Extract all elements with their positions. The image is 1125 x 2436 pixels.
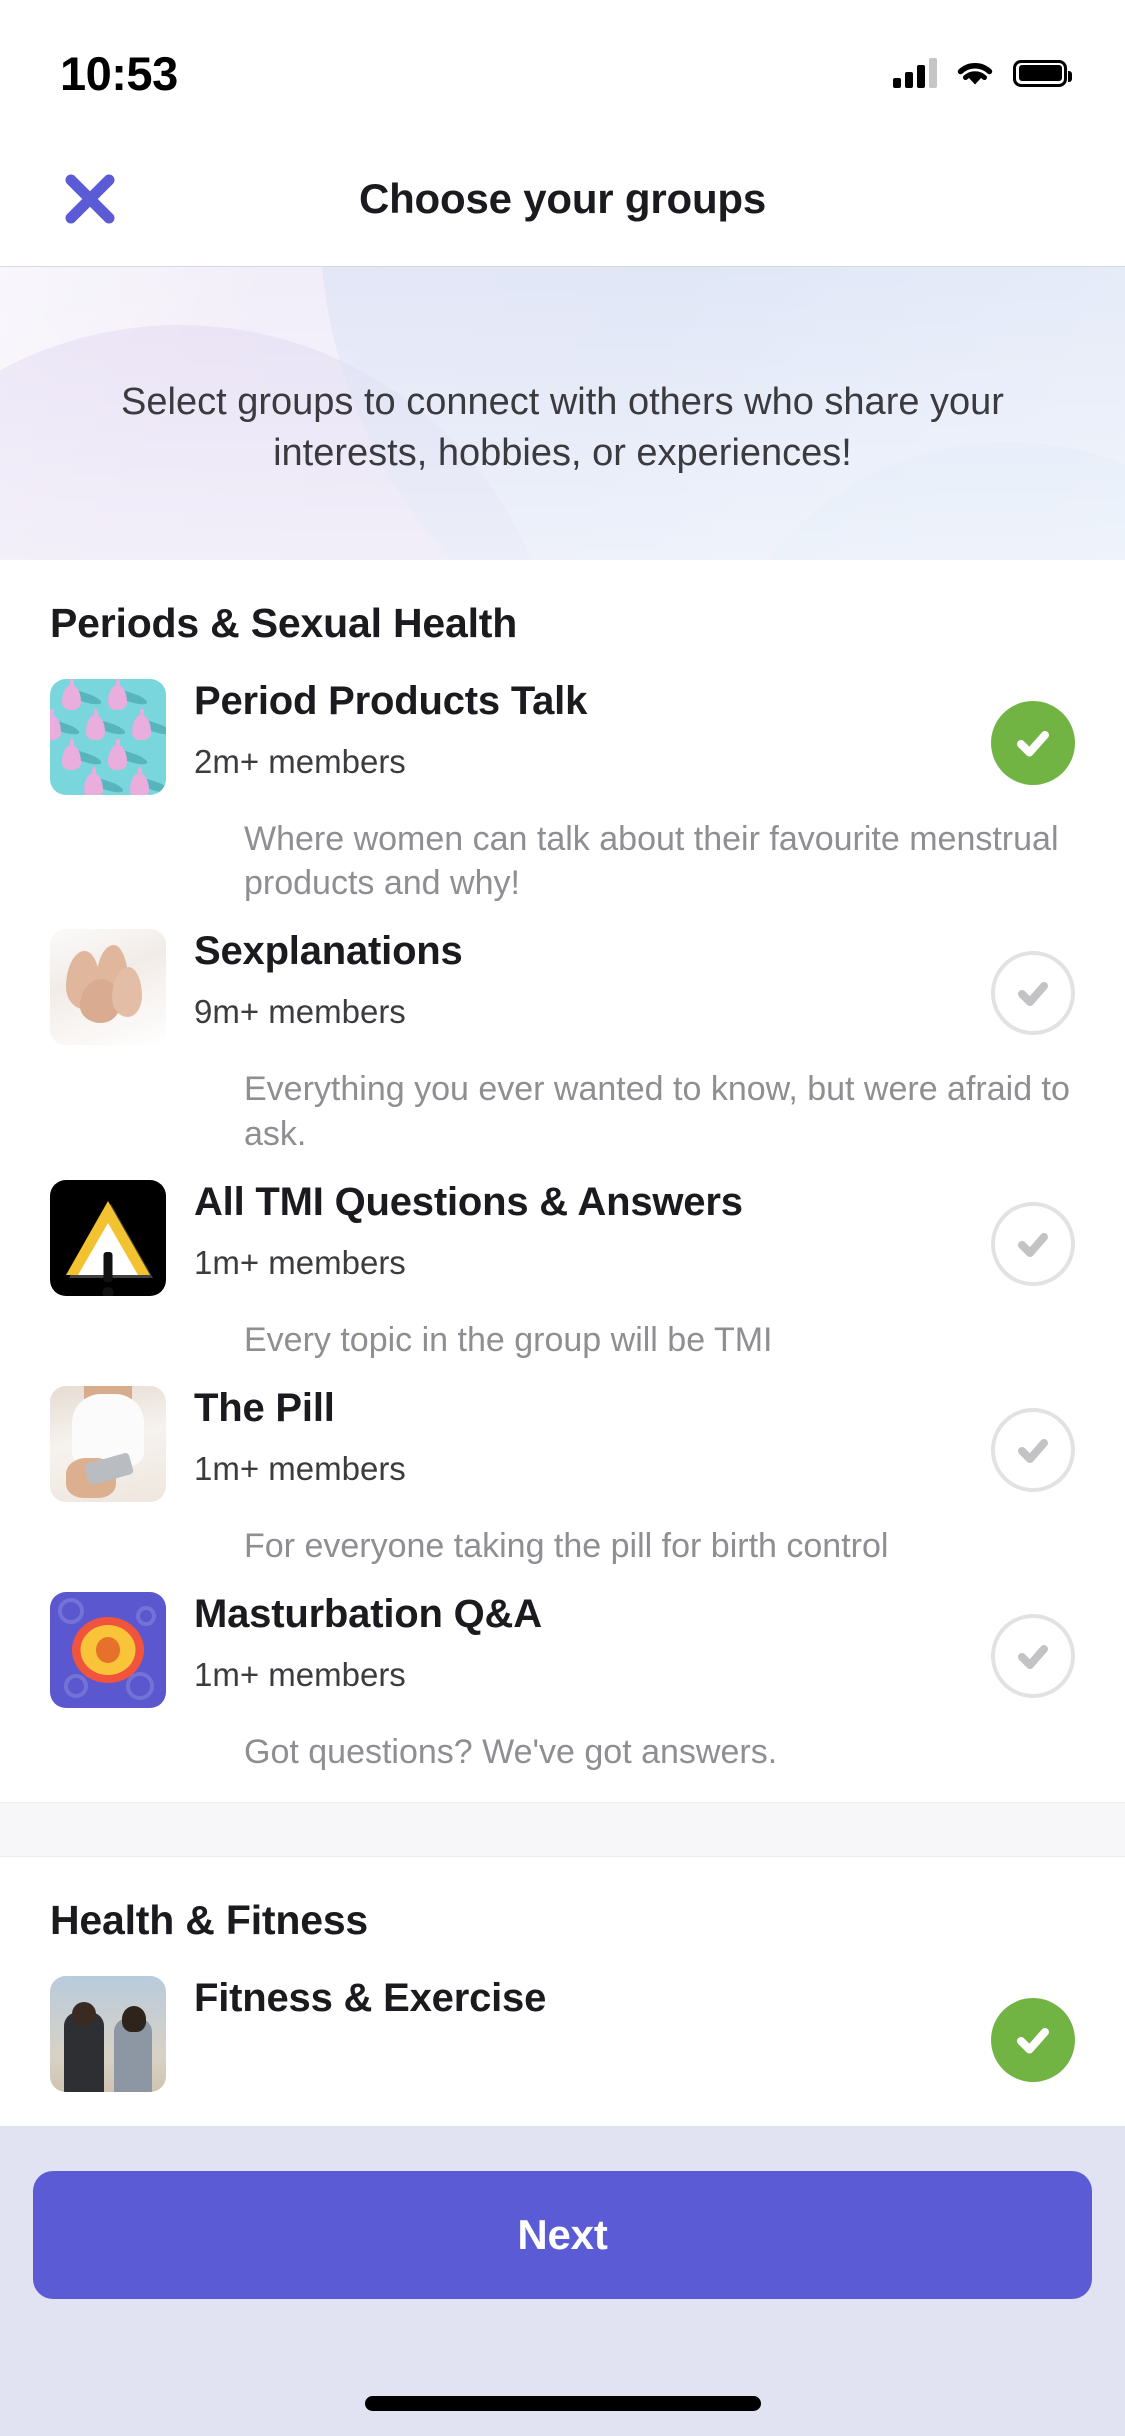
status-bar-icons	[893, 44, 1072, 88]
group-description: Where women can talk about their favouri…	[244, 820, 1059, 903]
section-title: Health & Fitness	[50, 1897, 369, 1944]
check-icon	[1017, 2028, 1049, 2054]
group-description: Got questions? We've got answers.	[244, 1733, 778, 1772]
battery-full-icon	[1013, 59, 1072, 87]
section-divider	[0, 1802, 1125, 1858]
group-select-toggle[interactable]	[991, 1201, 1075, 1286]
group-select-toggle[interactable]	[991, 951, 1075, 1036]
close-x-icon	[65, 174, 115, 224]
group-row[interactable]: Fitness & Exercise	[0, 1962, 1125, 2102]
group-members: 1m+ members	[194, 1449, 406, 1487]
group-members: 2m+ members	[194, 742, 406, 780]
section-title: Periods & Sexual Health	[50, 600, 518, 646]
group-description: For everyone taking the pill for birth c…	[244, 1526, 889, 1565]
group-members: 9m+ members	[194, 993, 406, 1031]
group-description: Everything you ever wanted to know, but …	[244, 1070, 1070, 1153]
check-icon	[1018, 1438, 1048, 1463]
woman-holding-pill-pack-thumbnail	[50, 1385, 166, 1502]
group-members: 1m+ members	[194, 1655, 406, 1693]
groups-scroll-area[interactable]: Select groups to connect with others who…	[0, 267, 1125, 2126]
group-section-health: Health & Fitness Fitness & Exercise	[0, 1857, 1125, 2121]
group-name: Sexplanations	[194, 929, 463, 974]
check-icon	[1018, 1645, 1048, 1670]
page-title: Choose your groups	[358, 175, 767, 222]
group-row[interactable]: Period Products Talk 2m+ members Where w…	[0, 665, 1125, 915]
group-row[interactable]: The Pill 1m+ members For everyone taking…	[0, 1372, 1125, 1578]
signal-bars-icon	[893, 58, 937, 88]
status-bar-time: 10:53	[60, 46, 178, 100]
check-icon	[1017, 731, 1049, 757]
group-row[interactable]: All TMI Questions & Answers 1m+ members …	[0, 1166, 1125, 1372]
couple-exercising-thumbnail	[50, 1976, 166, 2093]
group-select-toggle[interactable]	[991, 1998, 1075, 2083]
group-name: Fitness & Exercise	[194, 1976, 547, 2021]
bottom-action-bar: Next	[0, 2126, 1125, 2436]
group-select-toggle[interactable]	[991, 1407, 1075, 1492]
close-button[interactable]	[52, 161, 128, 237]
group-name: Masturbation Q&A	[194, 1592, 542, 1637]
wifi-icon	[957, 63, 993, 85]
banner-text: Select groups to connect with others who…	[121, 381, 1004, 474]
menstrual-cups-pattern-thumbnail	[50, 679, 166, 795]
group-row[interactable]: Sexplanations 9m+ members Everything you…	[0, 915, 1125, 1165]
group-description: Every topic in the group will be TMI	[244, 1320, 773, 1359]
group-name: All TMI Questions & Answers	[194, 1179, 743, 1224]
group-select-toggle[interactable]	[991, 1614, 1075, 1699]
status-bar: 10:53	[0, 0, 1125, 132]
intro-banner: Select groups to connect with others who…	[0, 267, 1125, 560]
group-row[interactable]: Masturbation Q&A 1m+ members Got questio…	[0, 1578, 1125, 1784]
feet-in-bed-thumbnail	[50, 929, 166, 1046]
warning-triangle-thumbnail	[50, 1179, 166, 1296]
peach-on-purple-thumbnail	[50, 1592, 166, 1709]
home-indicator	[364, 2396, 761, 2411]
next-button[interactable]: Next	[33, 2171, 1092, 2299]
group-members: 1m+ members	[194, 1243, 406, 1281]
check-icon	[1018, 982, 1048, 1007]
group-section-periods: Periods & Sexual Health Period Products …	[0, 560, 1125, 1803]
check-icon	[1018, 1232, 1048, 1257]
navigation-bar: Choose your groups	[0, 132, 1125, 267]
app-screen: 10:53 Choose your groups Select groups t…	[0, 0, 1125, 2436]
group-name: Period Products Talk	[194, 679, 588, 723]
group-name: The Pill	[194, 1385, 335, 1430]
group-select-toggle[interactable]	[991, 701, 1075, 785]
